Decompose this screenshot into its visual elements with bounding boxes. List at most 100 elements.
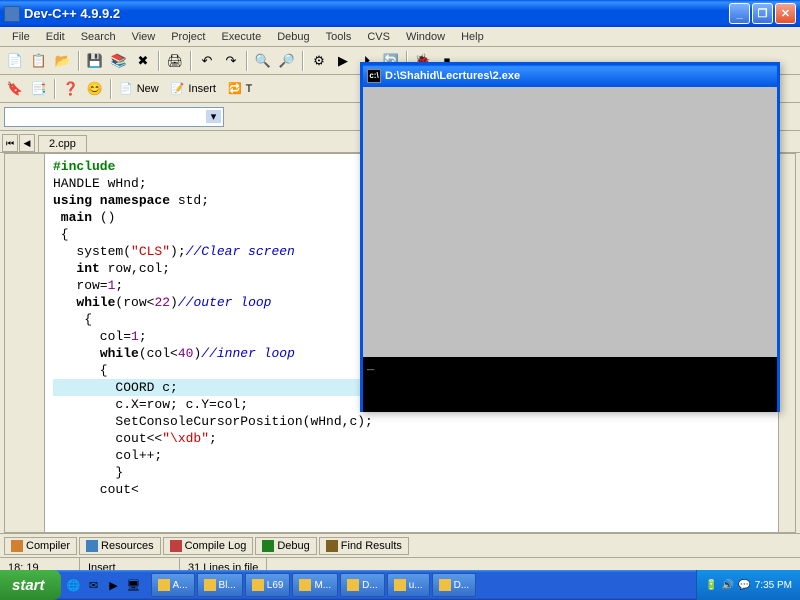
task-app-icon	[299, 579, 311, 591]
mail-icon[interactable]: ✉	[85, 574, 103, 596]
start-button[interactable]: start	[0, 570, 61, 600]
print-icon[interactable]: 🖨	[164, 50, 186, 72]
task-app-icon	[347, 579, 359, 591]
class-browser-combo[interactable]: ▾	[4, 107, 224, 127]
save-all-icon[interactable]: 📚	[108, 50, 130, 72]
app-icon	[4, 6, 20, 22]
media-icon[interactable]: ▶	[105, 574, 123, 596]
menu-window[interactable]: Window	[398, 29, 453, 45]
menu-execute[interactable]: Execute	[213, 29, 269, 45]
tray-icon[interactable]: 💬	[738, 580, 750, 591]
toggle-button[interactable]: 🔁 T	[225, 78, 259, 100]
console-title: D:\Shahid\Lecrtures\2.exe	[385, 70, 520, 82]
insert-label: Insert	[184, 83, 220, 95]
tray-icon[interactable]: 🔊	[722, 580, 734, 591]
goto-bookmark-icon[interactable]: 📑	[28, 78, 50, 100]
tab-label: Debug	[277, 540, 309, 552]
help-icon[interactable]: ❓	[60, 78, 82, 100]
tab-label: Resources	[101, 540, 154, 552]
find-icon[interactable]: 🔍	[252, 50, 274, 72]
task-items: A...Bl...L69M...D...u...D...	[147, 573, 697, 597]
console-output	[363, 87, 777, 357]
menu-edit[interactable]: Edit	[38, 29, 73, 45]
output-tab-compile-log[interactable]: Compile Log	[163, 537, 254, 555]
tab-icon	[170, 540, 182, 552]
output-tab-debug[interactable]: Debug	[255, 537, 316, 555]
console-window[interactable]: c:\ D:\Shahid\Lecrtures\2.exe _	[360, 62, 780, 412]
new-file-icon[interactable]: 📄	[4, 50, 26, 72]
tab-icon	[262, 540, 274, 552]
close-button[interactable]: ✕	[775, 3, 796, 24]
menu-view[interactable]: View	[124, 29, 164, 45]
taskbar-item[interactable]: D...	[432, 573, 477, 597]
system-tray[interactable]: 🔋 🔊 💬 7:35 PM	[696, 570, 800, 600]
minimize-button[interactable]: _	[729, 3, 750, 24]
undo-icon[interactable]: ↶	[196, 50, 218, 72]
tab-label: Compile Log	[185, 540, 247, 552]
tab-icon	[11, 540, 23, 552]
new-project-icon[interactable]: 📋	[28, 50, 50, 72]
taskbar-item[interactable]: D...	[340, 573, 385, 597]
window-titlebar: Dev-C++ 4.9.9.2 _ ❐ ✕	[0, 0, 800, 27]
open-icon[interactable]: 📂	[52, 50, 74, 72]
window-title: Dev-C++ 4.9.9.2	[24, 6, 729, 21]
taskbar-item[interactable]: A...	[151, 573, 195, 597]
file-tab[interactable]: 2.cpp	[38, 135, 87, 152]
menu-cvs[interactable]: CVS	[359, 29, 398, 45]
redo-icon[interactable]: ↷	[220, 50, 242, 72]
toggle-icon: 🔁	[228, 82, 242, 95]
compile-icon[interactable]: ⚙	[308, 50, 330, 72]
task-app-icon	[394, 579, 406, 591]
console-titlebar[interactable]: c:\ D:\Shahid\Lecrtures\2.exe	[363, 65, 777, 87]
menubar: FileEditSearchViewProjectExecuteDebugToo…	[0, 27, 800, 47]
editor-left-panel	[5, 154, 45, 532]
menu-tools[interactable]: Tools	[318, 29, 360, 45]
taskbar-item[interactable]: Bl...	[197, 573, 243, 597]
task-app-icon	[204, 579, 216, 591]
output-tab-find-results[interactable]: Find Results	[319, 537, 409, 555]
output-tab-compiler[interactable]: Compiler	[4, 537, 77, 555]
desktop-icon[interactable]: 🖥	[125, 574, 143, 596]
tab-icon	[326, 540, 338, 552]
clock[interactable]: 7:35 PM	[755, 580, 792, 591]
taskbar-item[interactable]: L69	[245, 573, 291, 597]
menu-help[interactable]: Help	[453, 29, 492, 45]
quick-launch: 🌐 ✉ ▶ 🖥	[61, 574, 147, 596]
replace-icon[interactable]: 🔎	[276, 50, 298, 72]
task-app-icon	[252, 579, 264, 591]
menu-debug[interactable]: Debug	[269, 29, 317, 45]
close-file-icon[interactable]: ✖	[132, 50, 154, 72]
tab-label: Find Results	[341, 540, 402, 552]
windows-taskbar: start 🌐 ✉ ▶ 🖥 A...Bl...L69M...D...u...D.…	[0, 570, 800, 600]
run-icon[interactable]: ▶	[332, 50, 354, 72]
console-icon: c:\	[367, 69, 381, 83]
tab-scroll-first[interactable]: ⏮	[2, 134, 18, 152]
menu-file[interactable]: File	[4, 29, 38, 45]
tab-icon	[86, 540, 98, 552]
maximize-button[interactable]: ❐	[752, 3, 773, 24]
save-icon[interactable]: 💾	[84, 50, 106, 72]
tab-label: Compiler	[26, 540, 70, 552]
ie-icon[interactable]: 🌐	[65, 574, 83, 596]
taskbar-item[interactable]: u...	[387, 573, 430, 597]
insert-icon: 📝	[171, 82, 185, 95]
toggle-label: T	[242, 83, 257, 95]
dropdown-arrow-icon: ▾	[206, 110, 221, 123]
tray-icon[interactable]: 🔋	[705, 580, 717, 591]
new-label: New	[133, 83, 163, 95]
tab-scroll-prev[interactable]: ◀	[19, 134, 35, 152]
output-tabs: Compiler Resources Compile Log Debug Find Re…	[0, 533, 800, 557]
new-button[interactable]: 📄 New	[116, 78, 166, 100]
vertical-scrollbar[interactable]	[778, 154, 795, 532]
menu-project[interactable]: Project	[163, 29, 213, 45]
console-bottom: _	[363, 357, 777, 412]
about-icon[interactable]: 😊	[84, 78, 106, 100]
new-doc-icon: 📄	[119, 82, 133, 95]
menu-search[interactable]: Search	[73, 29, 124, 45]
task-app-icon	[439, 579, 451, 591]
output-tab-resources[interactable]: Resources	[79, 537, 161, 555]
console-cursor: _	[367, 359, 374, 373]
toggle-bookmark-icon[interactable]: 🔖	[4, 78, 26, 100]
taskbar-item[interactable]: M...	[292, 573, 338, 597]
insert-button[interactable]: 📝 Insert	[168, 78, 223, 100]
